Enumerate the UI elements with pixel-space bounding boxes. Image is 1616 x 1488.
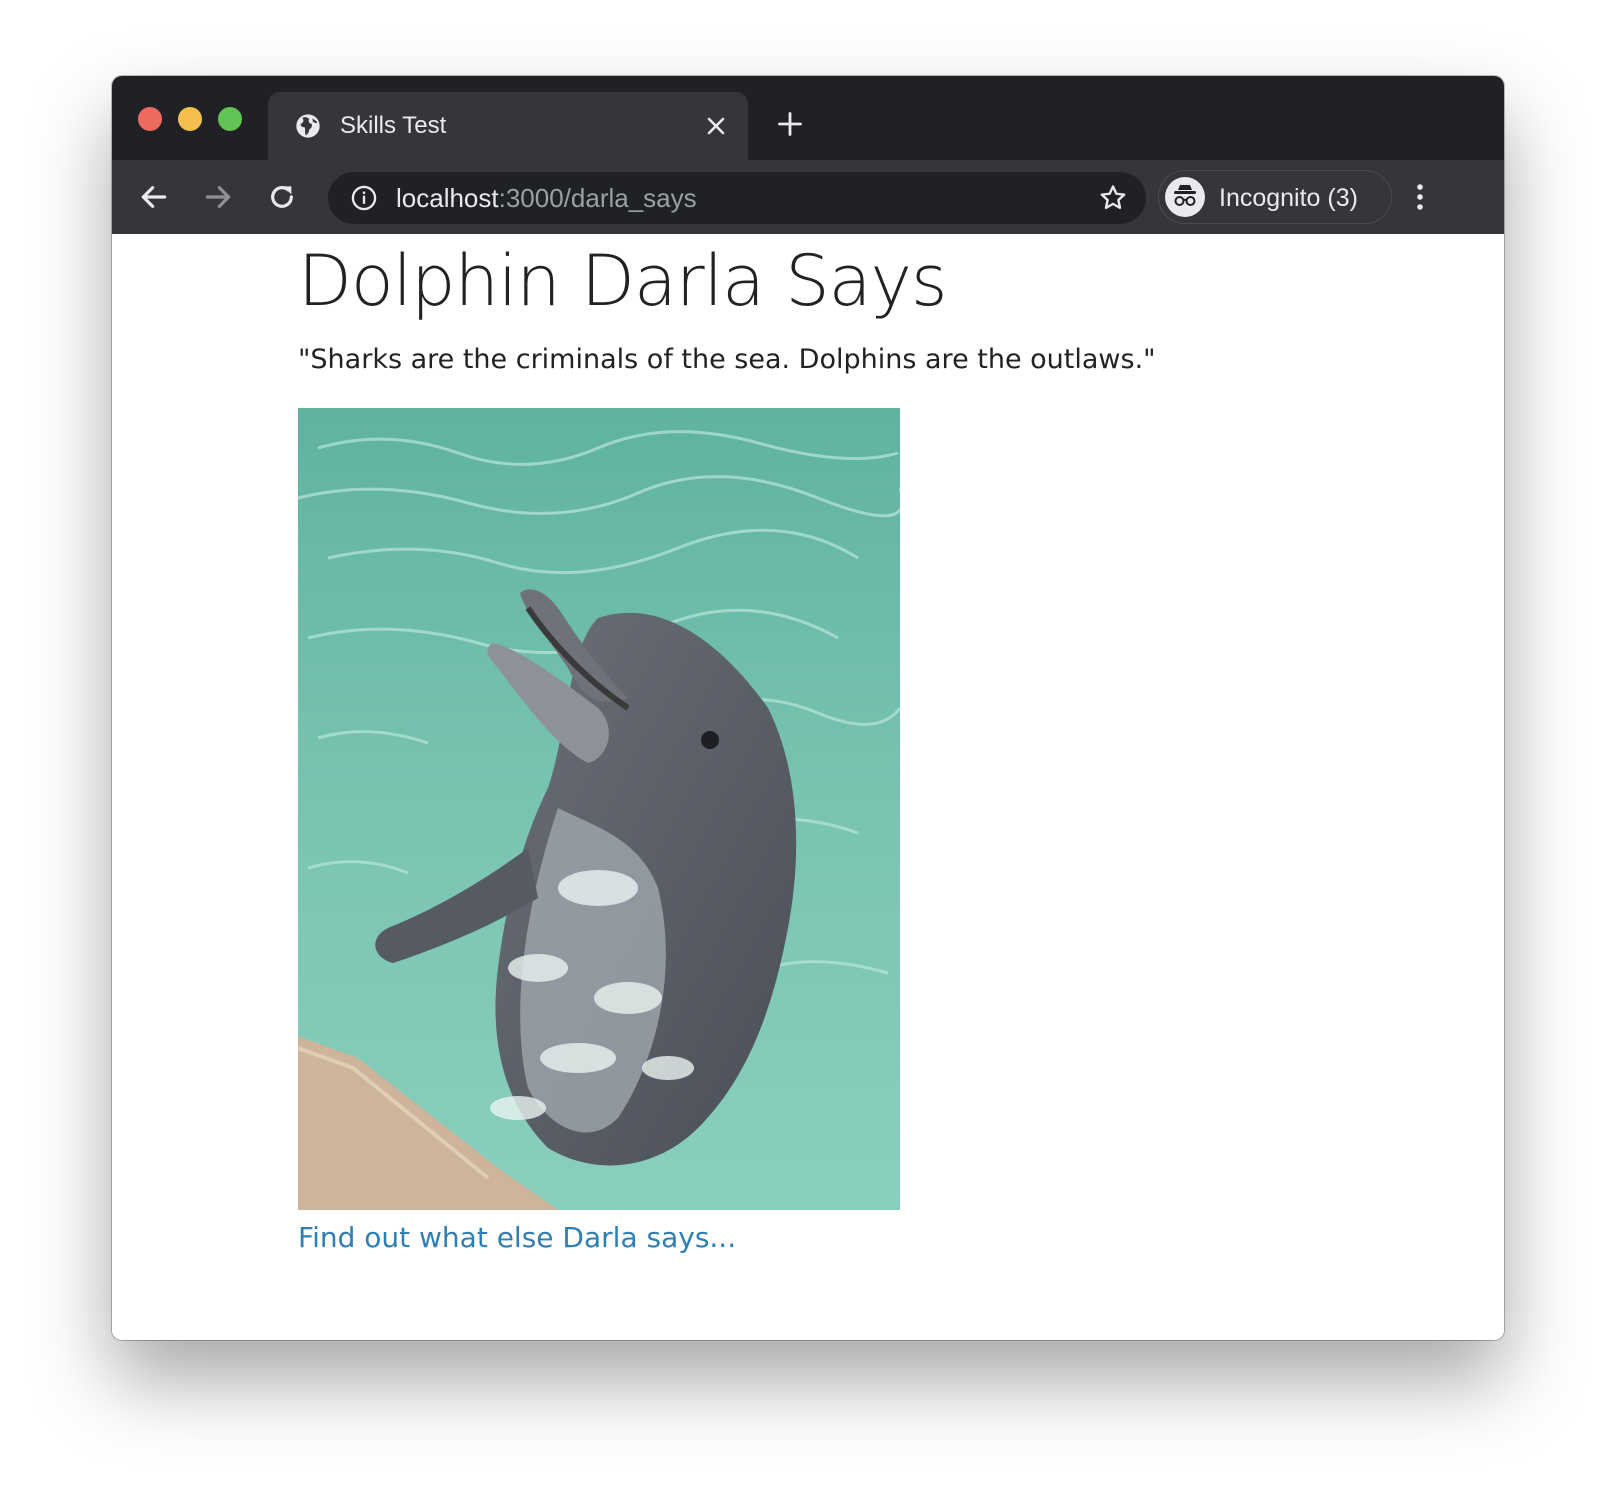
globe-icon: [296, 114, 320, 138]
new-tab-icon[interactable]: [776, 110, 804, 138]
more-menu-icon[interactable]: [1408, 181, 1432, 213]
close-window-button[interactable]: [138, 107, 162, 131]
info-icon[interactable]: [350, 184, 378, 212]
forward-arrow-icon[interactable]: [202, 181, 234, 213]
more-sayings-link[interactable]: Find out what else Darla says...: [298, 1218, 736, 1258]
bookmark-star-icon[interactable]: [1098, 183, 1128, 213]
incognito-icon: [1165, 177, 1205, 217]
url-path: :3000/darla_says: [498, 183, 697, 213]
minimize-window-button[interactable]: [178, 107, 202, 131]
dolphin-photo: [298, 408, 900, 1210]
page-content: Dolphin Darla Says "Sharks are the crimi…: [112, 234, 1504, 1340]
quote-text: "Sharks are the criminals of the sea. Do…: [298, 344, 1156, 375]
reload-icon[interactable]: [266, 181, 298, 213]
profile-label: Incognito (3): [1219, 184, 1358, 212]
incognito-profile-button[interactable]: Incognito (3): [1158, 170, 1392, 224]
browser-toolbar: localhost:3000/darla_says Incognito (3): [112, 160, 1504, 235]
url-host: localhost: [396, 183, 499, 213]
zoom-window-button[interactable]: [218, 107, 242, 131]
back-arrow-icon[interactable]: [138, 181, 170, 213]
tab-skills-test[interactable]: Skills Test: [268, 92, 748, 160]
tab-strip: Skills Test: [112, 76, 1504, 160]
tab-title: Skills Test: [340, 112, 447, 139]
address-bar[interactable]: localhost:3000/darla_says: [328, 172, 1146, 224]
browser-window: Skills Test localhost:3000/darla_says In…: [112, 76, 1504, 1340]
url-text[interactable]: localhost:3000/darla_says: [396, 184, 697, 212]
close-tab-icon[interactable]: [704, 114, 728, 138]
page-title: Dolphin Darla Says: [298, 240, 947, 322]
